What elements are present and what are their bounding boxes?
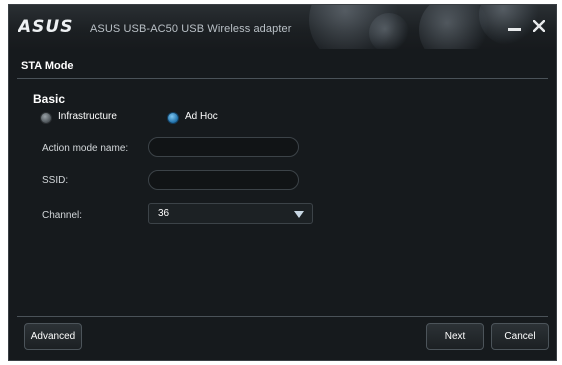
radio-dot — [40, 112, 52, 124]
group-title-basic: Basic — [33, 92, 66, 106]
ssid-input[interactable] — [148, 170, 299, 190]
action-mode-name-label: Action mode name: — [42, 143, 129, 154]
action-mode-name-input[interactable] — [148, 137, 299, 157]
section-title: STA Mode — [21, 60, 74, 72]
app-title: ASUS USB-AC50 USB Wireless adapter — [90, 23, 292, 35]
decor-bubble — [369, 13, 409, 49]
divider — [17, 78, 548, 79]
radio-dot — [167, 112, 179, 124]
channel-select[interactable]: 36 — [148, 203, 313, 224]
close-icon — [533, 20, 545, 32]
radio-label: Infrastructure — [58, 111, 117, 122]
asus-logo: ASUS — [18, 17, 73, 35]
radio-label: Ad Hoc — [185, 111, 218, 122]
divider — [17, 316, 548, 317]
dropdown-arrow-icon — [294, 211, 304, 218]
next-button[interactable]: Next — [426, 323, 484, 350]
title-bar[interactable]: ASUS ASUS USB-AC50 USB Wireless adapter — [9, 5, 556, 49]
minimize-button[interactable] — [503, 15, 525, 37]
close-button[interactable] — [528, 15, 550, 37]
advanced-button[interactable]: Advanced — [24, 323, 82, 350]
app-window: ASUS ASUS USB-AC50 USB Wireless adapter … — [8, 4, 557, 361]
minimize-icon — [508, 28, 521, 31]
channel-label: Channel: — [42, 210, 83, 221]
cancel-button[interactable]: Cancel — [491, 323, 549, 350]
svg-text:ASUS: ASUS — [18, 17, 73, 35]
channel-value: 36 — [158, 208, 170, 219]
ssid-label: SSID: — [42, 175, 69, 186]
